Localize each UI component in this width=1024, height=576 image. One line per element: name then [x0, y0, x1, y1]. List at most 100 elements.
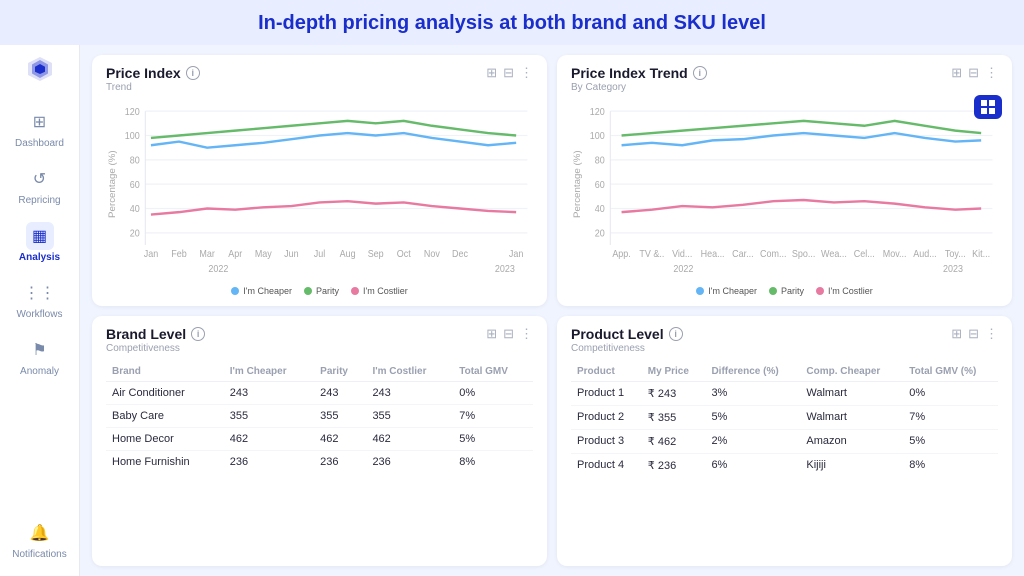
product-price: ₹ 462: [642, 429, 706, 453]
trend-expand-icon[interactable]: ⊞: [951, 65, 962, 81]
svg-text:Jan: Jan: [144, 249, 158, 259]
brand-gmv: 8%: [453, 450, 533, 473]
product-price: ₹ 236: [642, 453, 706, 477]
sidebar-item-label-analysis: Analysis: [19, 252, 60, 263]
svg-text:120: 120: [590, 107, 605, 117]
svg-text:Feb: Feb: [171, 249, 186, 259]
price-index-trend-subtitle: By Category: [571, 82, 707, 93]
trend-filter-icon[interactable]: ⊟: [968, 65, 979, 81]
product-name: Product 1: [571, 381, 642, 405]
dashboard-icon: ⊞: [33, 112, 46, 132]
product-table-row: Product 1 ₹ 243 3% Walmart 0%: [571, 381, 998, 405]
brand-cheaper: 236: [224, 450, 314, 473]
product-col-gmv: Total GMV (%): [903, 362, 998, 382]
anomaly-icon: ⚑: [32, 340, 46, 360]
product-table-row: Product 3 ₹ 462 2% Amazon 5%: [571, 429, 998, 453]
legend-parity: Parity: [304, 286, 339, 296]
sidebar-item-repricing[interactable]: ↺ Repricing: [0, 159, 79, 212]
costlier-dot: [351, 287, 359, 295]
sidebar-item-anomaly[interactable]: ⚑ Anomaly: [0, 330, 79, 383]
svg-text:80: 80: [130, 155, 140, 165]
svg-text:Jul: Jul: [314, 249, 325, 259]
trend-costlier-label: I'm Costlier: [828, 286, 873, 296]
svg-text:120: 120: [125, 107, 140, 117]
brand-table-row: Air Conditioner 243 243 243 0%: [106, 381, 533, 404]
brand-table-row: Home Furnishin 236 236 236 8%: [106, 450, 533, 473]
price-index-trend-info-icon[interactable]: i: [693, 66, 707, 80]
svg-text:Car...: Car...: [732, 249, 753, 259]
svg-text:Apr: Apr: [228, 249, 242, 259]
trend-legend-costlier: I'm Costlier: [816, 286, 873, 296]
trend-cheaper-dot: [696, 287, 704, 295]
product-comp: Walmart: [800, 405, 903, 429]
analysis-icon: ▦: [32, 226, 47, 246]
brand-table-row: Home Decor 462 462 462 5%: [106, 427, 533, 450]
svg-text:40: 40: [130, 204, 140, 214]
price-index-trend-title: Price Index Trend: [571, 65, 688, 81]
sidebar-item-notifications[interactable]: 🔔 Notifications: [0, 513, 79, 566]
price-index-expand-icon[interactable]: ⊞: [486, 65, 497, 81]
price-index-more-icon[interactable]: ⋮: [520, 65, 533, 81]
product-col-price: My Price: [642, 362, 706, 382]
product-level-title: Product Level: [571, 326, 664, 342]
brand-costlier: 462: [366, 427, 453, 450]
product-level-subtitle: Competitiveness: [571, 343, 683, 354]
sidebar-item-dashboard[interactable]: ⊞ Dashboard: [0, 102, 79, 155]
svg-text:Hea...: Hea...: [701, 249, 725, 259]
brand-level-card: Brand Level i Competitiveness ⊞ ⊟ ⋮ Bran…: [92, 316, 547, 567]
brand-more-icon[interactable]: ⋮: [520, 326, 533, 342]
svg-text:Dec: Dec: [452, 249, 468, 259]
product-comp: Walmart: [800, 381, 903, 405]
price-index-filter-icon[interactable]: ⊟: [503, 65, 514, 81]
price-index-card: Price Index i Trend ⊞ ⊟ ⋮: [92, 55, 547, 306]
sidebar-item-label-repricing: Repricing: [18, 195, 60, 206]
price-index-svg: 120 100 80 60 40 20 Percentage (%) Jan: [106, 99, 533, 282]
product-gmv: 0%: [903, 381, 998, 405]
brand-gmv: 7%: [453, 404, 533, 427]
logo: [26, 55, 54, 88]
product-filter-icon[interactable]: ⊟: [968, 326, 979, 342]
active-view-button[interactable]: [974, 95, 1002, 119]
trend-parity-dot: [769, 287, 777, 295]
product-level-info-icon[interactable]: i: [669, 327, 683, 341]
brand-expand-icon[interactable]: ⊞: [486, 326, 497, 342]
product-expand-icon[interactable]: ⊞: [951, 326, 962, 342]
price-index-subtitle: Trend: [106, 82, 200, 93]
parity-label: Parity: [316, 286, 339, 296]
brand-level-subtitle: Competitiveness: [106, 343, 205, 354]
brand-col-parity: Parity: [314, 362, 366, 382]
brand-costlier: 236: [366, 450, 453, 473]
svg-text:2023: 2023: [943, 263, 963, 273]
brand-costlier: 355: [366, 404, 453, 427]
brand-cheaper: 243: [224, 381, 314, 404]
svg-text:20: 20: [595, 228, 605, 238]
trend-more-icon[interactable]: ⋮: [985, 65, 998, 81]
svg-text:2022: 2022: [673, 263, 693, 273]
svg-text:Kit...: Kit...: [972, 249, 990, 259]
sidebar-item-analysis[interactable]: ▦ Analysis: [0, 216, 79, 269]
brand-gmv: 5%: [453, 427, 533, 450]
product-col-comp: Comp. Cheaper: [800, 362, 903, 382]
brand-level-info-icon[interactable]: i: [191, 327, 205, 341]
product-name: Product 2: [571, 405, 642, 429]
brand-col-cheaper: I'm Cheaper: [224, 362, 314, 382]
trend-cheaper-label: I'm Cheaper: [708, 286, 757, 296]
svg-text:Wea...: Wea...: [821, 249, 847, 259]
notifications-icon: 🔔: [30, 523, 50, 543]
parity-dot: [304, 287, 312, 295]
product-more-icon[interactable]: ⋮: [985, 326, 998, 342]
price-index-title: Price Index: [106, 65, 181, 81]
trend-legend-cheaper: I'm Cheaper: [696, 286, 757, 296]
product-name: Product 3: [571, 429, 642, 453]
brand-name: Air Conditioner: [106, 381, 224, 404]
price-index-trend-svg: 120 100 80 60 40 20 Percentage (%) App. …: [571, 99, 998, 282]
svg-text:App.: App.: [612, 249, 630, 259]
svg-text:100: 100: [590, 131, 605, 141]
svg-text:May: May: [255, 249, 272, 259]
brand-filter-icon[interactable]: ⊟: [503, 326, 514, 342]
sidebar-item-label-anomaly: Anomaly: [20, 366, 59, 377]
brand-name: Home Furnishin: [106, 450, 224, 473]
brand-name: Baby Care: [106, 404, 224, 427]
price-index-info-icon[interactable]: i: [186, 66, 200, 80]
sidebar-item-workflows[interactable]: ⋮⋮ Workflows: [0, 273, 79, 326]
